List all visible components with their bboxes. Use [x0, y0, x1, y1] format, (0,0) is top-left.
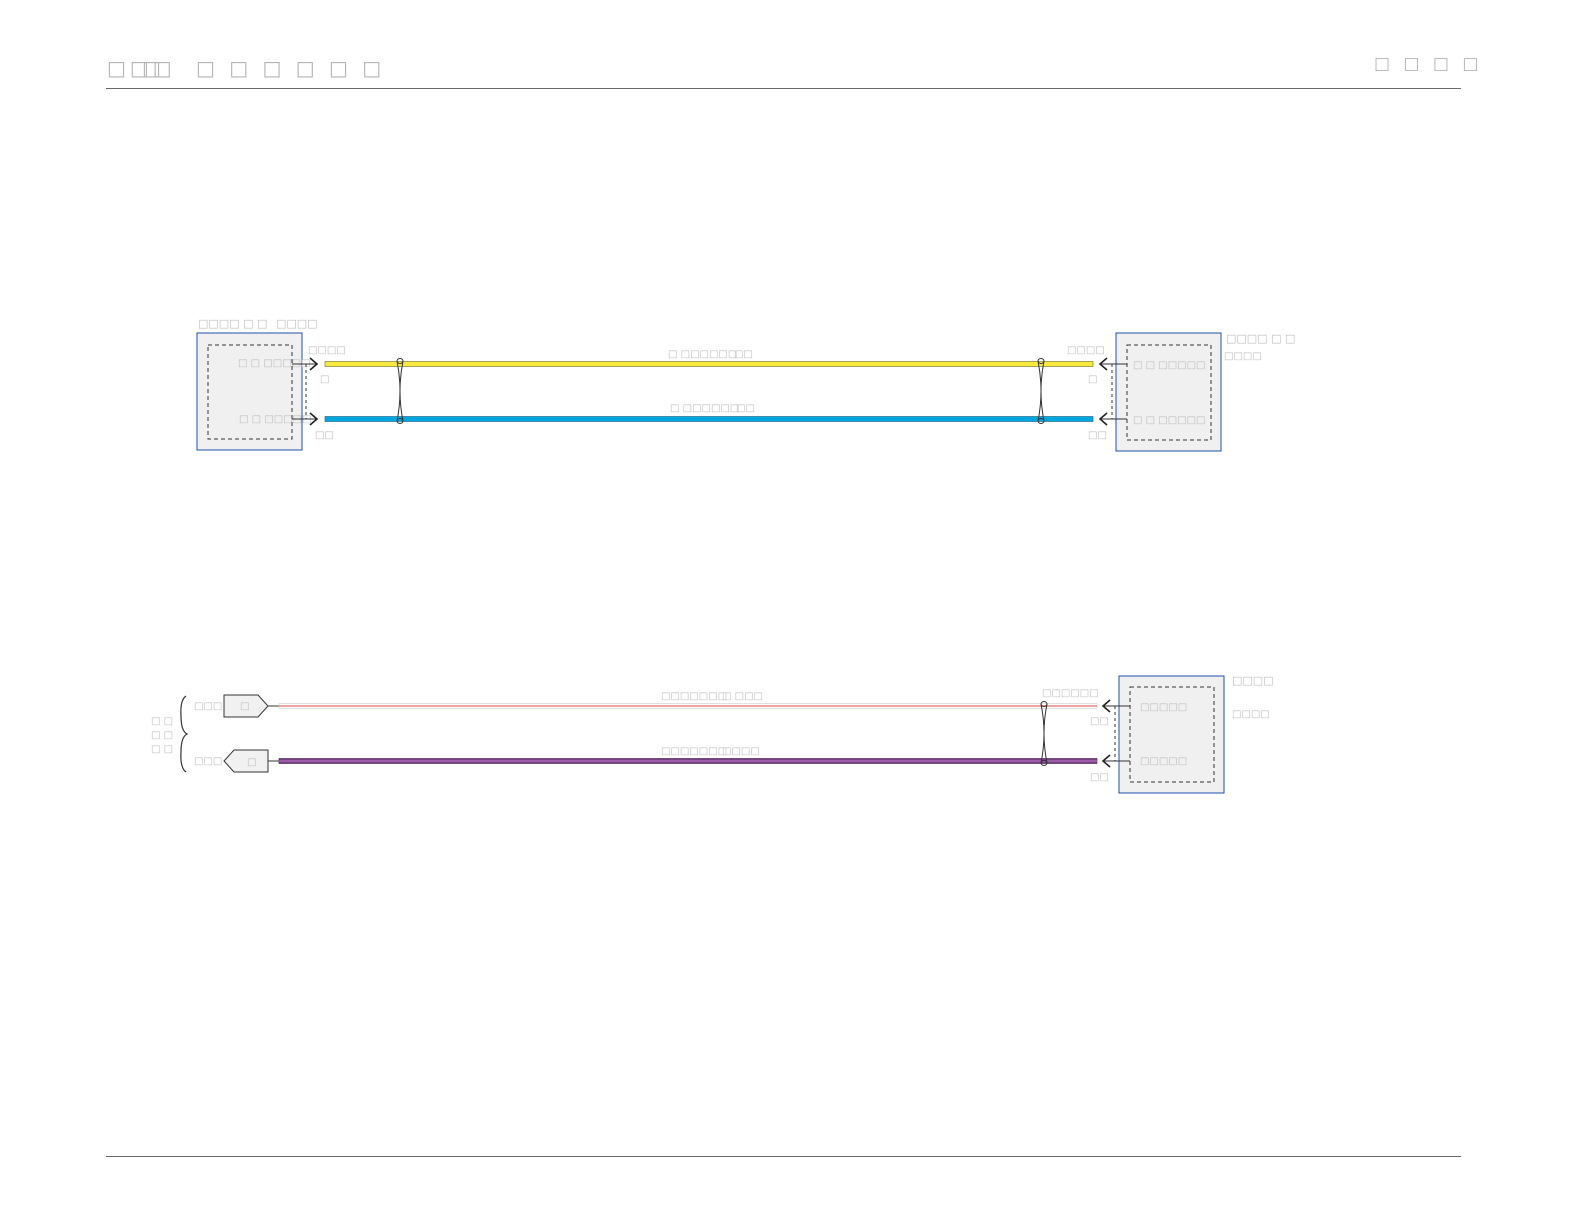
- left-pin-number-bottom: □□: [315, 430, 334, 441]
- wire-bottom-spec: □□: [736, 403, 755, 414]
- reference-flag-bottom: □□□ □: [194, 749, 280, 773]
- wire-bottom-2-spec: □□□□: [722, 746, 760, 757]
- diagram-2: □ □ □ □ □ □ □□□ □ □□□ □ □□□□□□□ □ □□□ □□…: [151, 674, 1274, 794]
- right-pin-number-2-top: □□: [1090, 716, 1109, 727]
- wire-bottom-label: □ □□□□□□: [670, 403, 739, 414]
- wire-bottom: □ □□□□□□ □□: [324, 403, 1094, 422]
- left-module-code: □□□□: [276, 317, 318, 330]
- side-label-line-1: □ □: [151, 716, 173, 727]
- right-pin-number-top: □: [1088, 374, 1097, 385]
- twist-marker-3-icon: [1040, 701, 1048, 766]
- right-pin-number-2-bottom: □□: [1090, 772, 1109, 783]
- reference-bottom-label: □□□: [194, 756, 222, 767]
- left-module-title: □□□□ □ □: [198, 317, 267, 330]
- wire-blue: [324, 416, 1094, 422]
- wire-yellow: [324, 361, 1094, 367]
- right-pin-number-bottom: □□: [1088, 430, 1107, 441]
- reference-top-glyph: □: [240, 701, 249, 712]
- right-module-2-pin-bottom: □□□□□: [1140, 756, 1187, 767]
- wire-top-2-spec: □ □□□: [722, 691, 763, 702]
- twist-marker-right-icon: [1037, 358, 1045, 424]
- left-module-box: [196, 332, 303, 451]
- right-module: □□□□ □ □□ □ □ □□□□□ □ □ □□□□□ □□□□ □ □ □…: [1067, 332, 1295, 452]
- wire-top-label: □ □□□□□□: [668, 349, 737, 360]
- right-module-2: □□□□□□ □□ □□ □□□□□ □□□□□ □□□□ □□□□: [1042, 674, 1274, 794]
- right-module-box: [1115, 332, 1222, 452]
- brace-icon: [180, 695, 189, 773]
- left-module: □□□□ □ □ □□□□ □ □ □□□□□ □ □ □□□□□ □□□□ □…: [196, 317, 346, 451]
- right-module-code: □□□□: [1224, 351, 1262, 362]
- wire-top: □ □□□□□□ □□: [324, 349, 1094, 367]
- wiring-diagram: □□□□ □ □ □□□□ □ □ □□□□□ □ □ □□□□□ □□□□ □…: [151, 317, 1295, 794]
- side-label-line-2: □ □: [151, 730, 173, 741]
- reference-top-label: □□□: [194, 701, 222, 712]
- right-connector-label: □□□□: [1067, 345, 1105, 356]
- arrow-left-flag-icon: [223, 749, 269, 773]
- diagram-1: □□□□ □ □ □□□□ □ □ □□□□□ □ □ □□□□□ □□□□ □…: [196, 317, 1295, 452]
- right-connector-2-label: □□□□□□: [1042, 688, 1099, 699]
- reference-bottom-glyph: □: [247, 757, 256, 768]
- right-module-pin-top: □ □ □□□□□: [1133, 360, 1206, 371]
- wire-top-2-label: □□□□□□□: [661, 691, 727, 702]
- side-label-line-3: □ □: [151, 744, 173, 755]
- wire-top-2: □□□□□□□ □ □□□: [278, 691, 1098, 709]
- right-module-pin-bottom: □ □ □□□□□: [1133, 415, 1206, 426]
- reference-flag-top: □□□ □: [194, 694, 280, 718]
- twist-marker-left-icon: [396, 358, 404, 424]
- right-module-2-title: □□□□: [1232, 674, 1274, 687]
- wire-bottom-2-label: □□□□□□□: [661, 746, 727, 757]
- left-pin-number-top: □: [320, 374, 329, 385]
- wire-top-spec: □□: [734, 349, 753, 360]
- right-module-2-code: □□□□: [1232, 709, 1270, 720]
- right-module-title: □□□□ □ □: [1226, 332, 1295, 345]
- wire-bottom-2: □□□□□□□ □□□□: [278, 746, 1098, 764]
- left-connector-label: □□□□: [308, 345, 346, 356]
- right-module-2-box: [1118, 675, 1225, 794]
- right-module-2-pin-top: □□□□□: [1140, 702, 1187, 713]
- side-reference-label: □ □ □ □ □ □: [151, 695, 189, 773]
